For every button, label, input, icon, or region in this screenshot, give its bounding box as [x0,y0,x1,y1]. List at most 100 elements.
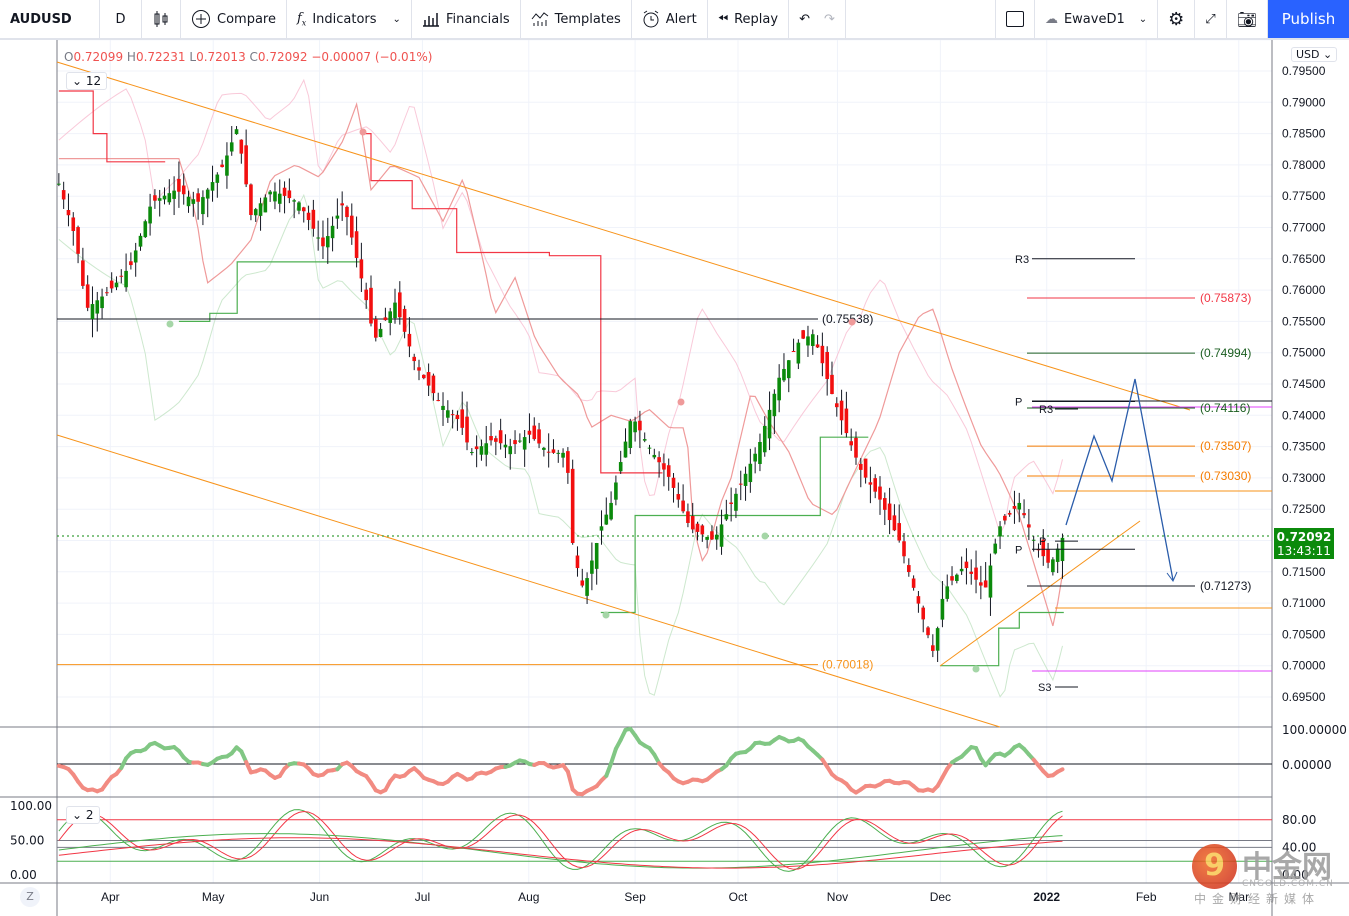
currency-selector[interactable]: USD ⌄ [1291,47,1338,62]
candle-body [844,408,849,434]
templates-button[interactable]: Templates [521,0,632,38]
chart-type-button[interactable] [142,0,181,38]
candle-body [436,400,441,402]
top-toolbar: AUDUSD D Compare fx Indicators ⌄ Financial… [0,0,1349,40]
last-price-value: 0.72092 [1276,530,1332,544]
oscillator-collapse-button[interactable]: ⌄ 2 [66,806,100,824]
candle [76,225,80,264]
candle [758,433,762,472]
osc1-segment [604,761,614,778]
price-tick: 0.79000 [1282,95,1326,109]
candle-body [767,409,772,439]
undo-icon[interactable]: ↶ [799,12,810,27]
candle-body [988,565,993,598]
candle-body [484,443,489,455]
candle-body [873,478,877,492]
price-chart[interactable]: 0.79500 0.79000 0.78500 0.78000 0.77500 0.770… [0,40,1349,916]
candle-body [686,511,690,523]
candle [148,193,152,236]
candle-body [902,541,906,557]
candle [498,418,503,450]
snapshot-button[interactable]: 📷︎ [1227,0,1268,38]
time-tick: Oct [729,890,748,904]
candle-body [1051,559,1055,573]
candle-body [114,282,119,288]
indicator-count: 12 [85,74,102,88]
candle-body [575,555,580,569]
time-tick: Jul [415,890,430,904]
candle [359,242,364,292]
candle [335,198,340,229]
candle-body [100,296,104,309]
fx-icon: fx [296,10,307,28]
candle [676,482,681,508]
candle-body [1012,505,1017,509]
candle-body [162,195,167,200]
redo-icon[interactable]: ↷ [824,12,835,27]
candle-body [508,446,513,455]
layout-toggle-button[interactable] [994,0,1035,38]
fullscreen-button[interactable]: ⤢ [1195,0,1227,38]
candle-body [129,261,133,266]
candle-body [172,190,176,199]
settings-button[interactable]: ⚙ [1158,0,1196,38]
candle [138,233,143,251]
candle [306,205,311,231]
candle-body [455,414,460,420]
candle-body [95,300,100,314]
candle-body [532,425,537,440]
candle [594,542,599,585]
candle [177,161,181,208]
candle-body [729,502,733,504]
candle-body [181,185,186,195]
candle-body [277,193,282,204]
candle-body [292,200,296,202]
candle-body [546,451,551,453]
chevron-down-icon[interactable]: ⌄ [393,14,401,25]
cloud-icon: ☁ [1044,11,1058,27]
financials-button[interactable]: Financials [412,0,521,38]
layout-name-button[interactable]: ☁ EwaveD1 ⌄ [1035,0,1159,38]
candle-body [518,440,522,442]
timezone-button[interactable]: Z [20,887,40,907]
publish-button[interactable]: Publish [1268,0,1349,38]
fib-label: (0.74116) [1200,401,1250,415]
indicators-button[interactable]: fx Indicators ⌄ [287,0,412,38]
alert-button[interactable]: Alert [632,0,708,38]
candle-body [1031,539,1036,541]
price-tick: 0.73500 [1282,440,1326,454]
candle-body [849,441,853,446]
candle-body [527,430,532,435]
candle-body [1027,524,1031,528]
candle [90,286,95,338]
candle-body [105,292,109,294]
candle-body [1007,512,1012,515]
candle [681,484,685,514]
candle [273,182,277,210]
replay-button[interactable]: ⏪︎ Replay [708,0,790,38]
time-tick: Jun [310,890,329,904]
candle-body [839,400,844,421]
time-tick: May [202,890,225,904]
candle [196,188,200,220]
pivot-label: P [1015,544,1022,556]
candle-body [426,372,431,386]
candle-body [551,449,556,453]
interval-button[interactable]: D [100,0,142,38]
symbol-search[interactable]: AUDUSD [0,0,100,38]
candle-body [820,345,825,364]
candle [225,142,229,189]
candle [508,438,513,470]
candle-body [474,446,479,450]
candle-body [854,437,858,458]
candle [157,189,162,217]
candle [455,410,460,431]
compare-button[interactable]: Compare [181,0,287,38]
candle-body [638,420,642,431]
candle [66,193,71,227]
candle [666,458,671,491]
candle [489,422,493,446]
candle-body [1055,548,1060,562]
signal-dot [359,128,367,136]
indicators-collapse-button[interactable]: ⌄ 12 [66,72,108,90]
